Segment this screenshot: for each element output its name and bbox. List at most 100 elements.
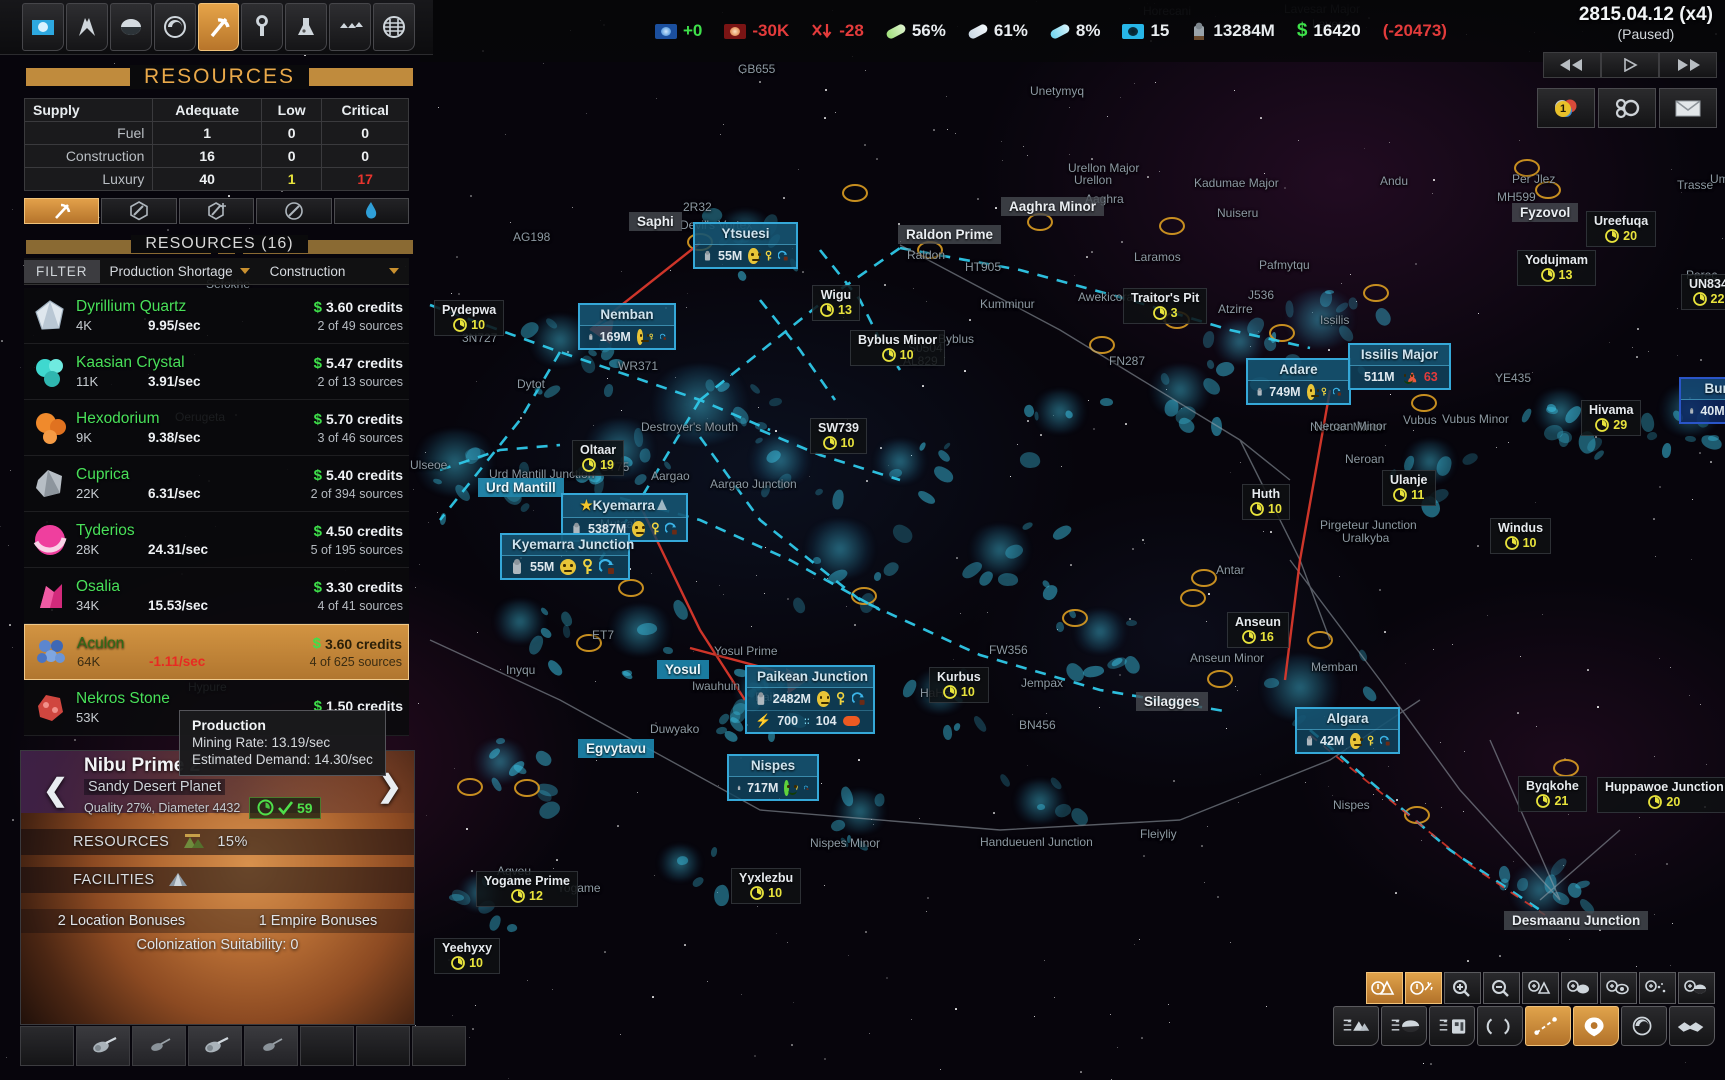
colony-box[interactable]: Issilis Major 511M ♟63 (1348, 343, 1451, 390)
planet-action-button-6[interactable] (356, 1026, 410, 1066)
mail-button[interactable] (1659, 88, 1717, 128)
resource-row[interactable]: Tyderios 28K 24.31/sec $4.50 credits 5 o… (24, 512, 409, 568)
planet-action-button-5[interactable] (300, 1026, 354, 1066)
zoom-planet-button[interactable] (1561, 972, 1598, 1004)
resource-list[interactable]: Dyrillium Quartz 4K 9.95/sec $3.60 credi… (24, 288, 409, 736)
colony-box[interactable]: Nispes 717M (727, 754, 819, 801)
planet-action-button-2[interactable] (132, 1026, 186, 1066)
map-chip[interactable]: Ulanje 11 (1382, 470, 1436, 506)
zoom-out-button[interactable] (1483, 972, 1520, 1004)
zoom-galaxy-button[interactable] (1678, 972, 1715, 1004)
map-chip[interactable]: Yyxlezbu 10 (731, 868, 801, 904)
resource-row[interactable]: Cuprica 22K 6.31/sec $5.40 credits 2 of … (24, 456, 409, 512)
filter-bases-button[interactable] (1429, 1006, 1475, 1046)
measure-distance-button[interactable] (1525, 1006, 1571, 1046)
toolbar-construction-icon[interactable] (241, 3, 283, 51)
planet-action-button-4[interactable] (244, 1026, 298, 1066)
tab-gas[interactable] (334, 198, 409, 224)
planet-action-button-0[interactable] (20, 1026, 74, 1066)
zoom-system-button[interactable] (1600, 972, 1637, 1004)
left-panel[interactable]: RESOURCES SupplyAdequateLowCritical Fuel… (0, 0, 433, 1080)
zoom-in-button[interactable] (1444, 972, 1481, 1004)
resource-row[interactable]: Dyrillium Quartz 4K 9.95/sec $3.60 credi… (24, 288, 409, 344)
toolbar-designs-grid-icon[interactable] (373, 3, 415, 51)
diplomacy-handshake-button[interactable] (1669, 1006, 1715, 1046)
map-zoom-toolbar[interactable] (1366, 972, 1715, 1004)
previous-planet-arrow[interactable]: ❮ (43, 773, 68, 808)
toolbar-diplomacy-flags-icon[interactable] (66, 3, 108, 51)
map-chip[interactable]: Huppawoe Junction 20 (1597, 777, 1725, 813)
colony-box[interactable]: Burep 40M (1679, 377, 1725, 424)
map-cyan-pill[interactable]: Urd Mantill (478, 478, 564, 497)
map-pill[interactable]: Aaghra Minor (1001, 197, 1104, 216)
map-cyan-pill[interactable]: Yosul (657, 660, 709, 679)
map-pill[interactable]: Saphi (629, 212, 682, 231)
filter-bar[interactable]: FILTER Production Shortage Construction (24, 258, 409, 285)
colony-box[interactable]: Nemban 169M (578, 303, 676, 350)
speed-play-button[interactable] (1601, 52, 1659, 78)
colony-box[interactable]: Kyemarra Junction 55M (500, 533, 630, 580)
colony-box[interactable]: Paikean Junction 2482M ⚡700 ∶∶104 (745, 665, 875, 734)
toolbar-fleets-icon[interactable] (329, 3, 371, 51)
message-buttons[interactable]: 1 (1537, 88, 1717, 128)
map-chip[interactable]: Ureefuqa 20 (1586, 211, 1656, 247)
tab-mining-alt[interactable] (256, 198, 331, 224)
map-pill[interactable]: Desmaanu Junction (1504, 911, 1648, 930)
diplomacy-button[interactable] (1598, 88, 1656, 128)
map-chip[interactable]: Yeehyxy 10 (434, 938, 500, 974)
speed-faster-button[interactable] (1659, 52, 1717, 78)
map-chip[interactable]: Yodujmam 13 (1517, 250, 1596, 286)
tab-mining-new[interactable] (179, 198, 254, 224)
map-chip[interactable]: Huth 10 (1242, 484, 1290, 520)
toolbar-research-flask-icon[interactable] (285, 3, 327, 51)
speed-slower-button[interactable] (1543, 52, 1601, 78)
tab-mining[interactable] (24, 198, 99, 224)
map-chip[interactable]: Traitor's Pit 3 (1123, 288, 1207, 324)
toolbar-resources-pickaxe-icon[interactable] (198, 3, 240, 51)
filter-dropdown-1[interactable]: Production Shortage (100, 264, 260, 279)
colony-box[interactable]: Algara 42M (1295, 707, 1400, 754)
toolbar-colonies-planet-icon[interactable] (110, 3, 152, 51)
map-filter-toolbar[interactable] (1333, 1006, 1715, 1046)
resource-row[interactable]: Kaasian Crystal 11K 3.91/sec $5.47 credi… (24, 344, 409, 400)
planet-action-button-7[interactable] (412, 1026, 466, 1066)
map-chip[interactable]: Pydepwa 10 (434, 300, 504, 336)
map-pill[interactable]: Fyzovol (1512, 203, 1578, 222)
map-chip[interactable]: Byblus Minor 10 (850, 330, 945, 366)
map-chip[interactable]: Oltaar 19 (572, 440, 624, 476)
map-chip[interactable]: Windus 10 (1490, 518, 1551, 554)
resource-subtabs[interactable] (24, 198, 409, 224)
planet-action-button-1[interactable] (76, 1026, 130, 1066)
location-pin-button[interactable] (1573, 1006, 1619, 1046)
colony-box[interactable]: Ytsuesi 55M (693, 222, 798, 269)
filter-planets-button[interactable] (1381, 1006, 1427, 1046)
show-ranges-button[interactable] (1366, 972, 1403, 1004)
tab-mining-hex[interactable] (101, 198, 176, 224)
resource-row[interactable]: Osalia 34K 15.53/sec $3.30 credits 4 of … (24, 568, 409, 624)
filter-empires-button[interactable] (1333, 1006, 1379, 1046)
planet-action-button-3[interactable] (188, 1026, 242, 1066)
map-chip[interactable]: Anseun 16 (1227, 612, 1289, 648)
main-toolbar[interactable] (0, 0, 433, 55)
galaxy-view-button[interactable] (1621, 1006, 1667, 1046)
select-region-button[interactable] (1477, 1006, 1523, 1046)
toolbar-empire-overview-icon[interactable] (22, 3, 64, 51)
resource-row[interactable]: Hexodorium 9K 9.38/sec $5.70 credits 3 o… (24, 400, 409, 456)
filter-dropdown-2[interactable]: Construction (260, 264, 409, 279)
zoom-star-button[interactable] (1639, 972, 1676, 1004)
zoom-fleet-button[interactable] (1522, 972, 1559, 1004)
colony-box[interactable]: Adare 749M (1246, 358, 1351, 405)
planet-action-buttons[interactable] (20, 1026, 466, 1066)
resource-row[interactable]: Aculon 64K -1.11/sec $3.60 credits 4 of … (24, 624, 409, 680)
show-hyperlanes-button[interactable] (1405, 972, 1442, 1004)
map-chip[interactable]: Hivama 29 (1581, 400, 1641, 436)
map-chip[interactable]: UN834 22 (1681, 274, 1725, 310)
map-chip[interactable]: Byqkohe 21 (1518, 776, 1587, 812)
empire-notifications-button[interactable]: 1 (1537, 88, 1595, 128)
map-chip[interactable]: Wigu 13 (812, 285, 860, 321)
toolbar-galaxy-map-icon[interactable] (154, 3, 196, 51)
speed-controls[interactable] (1543, 52, 1717, 78)
map-chip[interactable]: Yogame Prime 12 (476, 871, 578, 907)
map-chip[interactable]: SW739 10 (810, 418, 867, 454)
map-pill[interactable]: Raldon Prime (898, 225, 1001, 244)
